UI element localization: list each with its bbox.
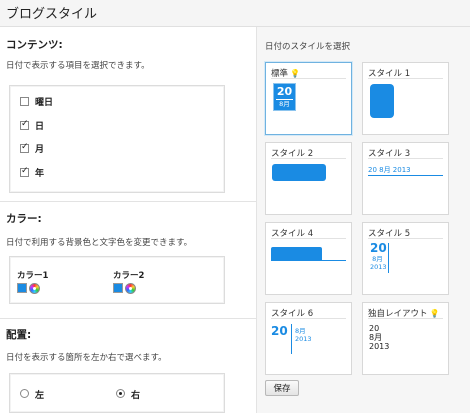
color-title: カラー:	[6, 213, 42, 225]
color-box: カラー1 カラー2	[9, 256, 225, 304]
date-stack-preview: 20 8月 2013	[370, 241, 387, 272]
date-tab-line	[271, 260, 346, 261]
card-divider	[271, 238, 346, 239]
checkbox-label-month: 月	[35, 144, 45, 155]
page-title: ブログスタイル	[6, 7, 98, 22]
style-selector-panel: 日付のスタイルを選択 標準 💡 20 8月 スタイル 1 スタイル 2 スタイル …	[256, 27, 470, 413]
checkbox-label-year: 年	[35, 168, 45, 179]
radio-right[interactable]	[116, 389, 125, 398]
checkbox-row-month[interactable]: 月	[20, 142, 45, 155]
card-divider	[271, 78, 346, 79]
color1-picker-icon[interactable]	[29, 283, 40, 294]
section-divider	[0, 318, 256, 319]
card-divider	[271, 158, 346, 159]
radio-right-label: 右	[131, 391, 141, 401]
date-tab-preview	[271, 247, 322, 260]
checkbox-day[interactable]	[20, 119, 29, 130]
lightbulb-icon: 💡	[290, 69, 300, 78]
style-card-2[interactable]: スタイル 2	[265, 142, 352, 215]
placement-description: 日付を表示する箇所を左か右で選べます。	[6, 353, 167, 363]
card-divider	[368, 318, 443, 319]
checkbox-year[interactable]	[20, 166, 29, 177]
checkbox-weekday[interactable]	[20, 96, 29, 106]
placement-box: 左 右	[9, 373, 225, 413]
card-divider	[271, 318, 346, 319]
contents-description: 日付で表示する項目を選択できます。	[6, 61, 150, 71]
date-underline	[368, 175, 443, 176]
settings-panel: コンテンツ: 日付で表示する項目を選択できます。 曜日 日 月 年 カラー: 日…	[0, 27, 256, 413]
custom-layout-preview: 20 8月 2013	[369, 324, 390, 351]
date-inline-preview: 20 8月 2013	[368, 166, 411, 174]
color2-picker-icon[interactable]	[125, 283, 136, 294]
color1-label: カラー1	[17, 271, 49, 281]
style-card-5[interactable]: スタイル 5 20 8月 2013	[362, 222, 449, 295]
header-bar: ブログスタイル	[0, 0, 470, 27]
contents-title: コンテンツ:	[6, 39, 63, 51]
date-vertical-line	[388, 243, 389, 273]
date-vertical-line	[291, 324, 292, 354]
date-block-preview	[370, 84, 394, 118]
checkbox-row-weekday[interactable]: 曜日	[20, 95, 54, 108]
checkbox-label-weekday: 曜日	[35, 97, 54, 108]
color2-swatch[interactable]	[113, 283, 123, 293]
card-divider	[368, 158, 443, 159]
color-description: 日付で利用する背景色と文字色を変更できます。	[6, 238, 193, 248]
color1-swatch[interactable]	[17, 283, 27, 293]
card-divider	[368, 238, 443, 239]
lightbulb-icon: 💡	[429, 309, 440, 318]
style-card-standard[interactable]: 標準 💡 20 8月	[265, 62, 352, 135]
save-button[interactable]: 保存	[265, 380, 299, 396]
date-bar-preview	[272, 164, 326, 181]
date-month-year-preview: 8月 2013	[295, 327, 312, 343]
color2-label: カラー2	[113, 271, 145, 281]
radio-left[interactable]	[20, 389, 29, 398]
style-card-1[interactable]: スタイル 1	[362, 62, 449, 135]
contents-box: 曜日 日 月 年	[9, 85, 225, 193]
card-divider	[368, 78, 443, 79]
style-card-4[interactable]: スタイル 4	[265, 222, 352, 295]
style-selector-title: 日付のスタイルを選択	[265, 42, 351, 52]
style-card-6[interactable]: スタイル 6 20 8月 2013	[265, 302, 352, 375]
date-day-preview: 20	[271, 324, 288, 338]
checkbox-row-year[interactable]: 年	[20, 166, 45, 179]
style-card-custom[interactable]: 独自レイアウト 💡 20 8月 2013	[362, 302, 449, 375]
checkbox-month[interactable]	[20, 142, 29, 153]
section-divider	[0, 201, 256, 202]
checkbox-label-day: 日	[35, 121, 45, 132]
checkbox-row-day[interactable]: 日	[20, 119, 45, 132]
date-badge-preview: 20 8月	[273, 83, 296, 111]
radio-left-label: 左	[35, 391, 45, 401]
placement-title: 配置:	[6, 329, 32, 341]
style-card-3[interactable]: スタイル 3 20 8月 2013	[362, 142, 449, 215]
